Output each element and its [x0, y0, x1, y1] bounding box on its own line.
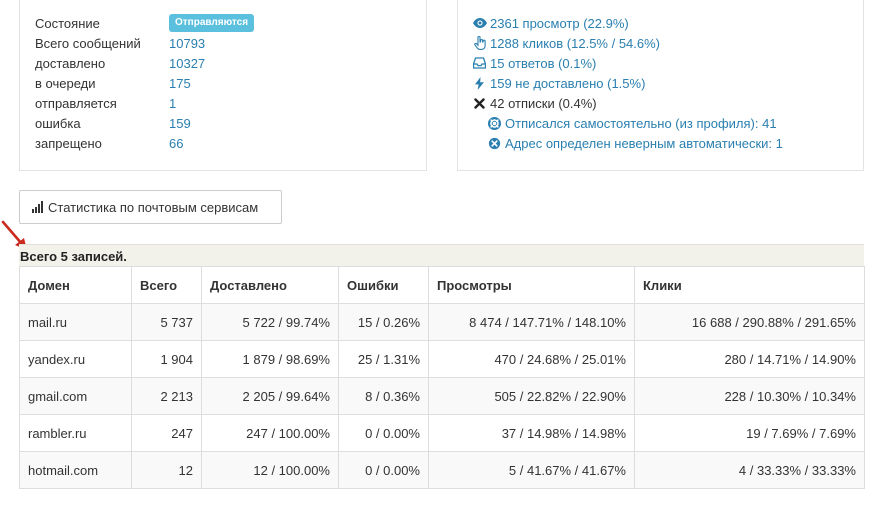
cell-delivered: 1 879 / 98.69% — [201, 340, 339, 378]
status-row-delivered: доставлено 10327 — [35, 53, 415, 73]
cell-views: 5 / 41.67% / 41.67% — [428, 451, 635, 489]
stat-value-sending[interactable]: 1 — [169, 96, 176, 111]
cell-total: 12 — [131, 451, 202, 489]
status-row-total: Всего сообщений 10793 — [35, 33, 415, 53]
engagement-panel: 2361 просмотр (22.9%) 1288 кликов (12.5%… — [457, 0, 864, 171]
records-summary: Всего 5 записей. — [19, 244, 864, 266]
stat-value-total[interactable]: 10793 — [169, 36, 205, 51]
circle-x-icon — [487, 137, 502, 150]
stat-label: Всего сообщений — [35, 35, 141, 51]
stat-label: Состояние — [35, 15, 100, 31]
table-row: rambler.ru 247 247 / 100.00% 0 / 0.00% 3… — [19, 414, 865, 452]
cell-domain: mail.ru — [19, 303, 132, 341]
replies-text: 15 ответов (0.1%) — [490, 55, 597, 71]
inbox-icon — [472, 57, 487, 69]
mail-services-stats-label: Статистика по почтовым сервисам — [48, 199, 259, 215]
eye-icon — [472, 18, 487, 28]
cell-views: 8 474 / 147.71% / 148.10% — [428, 303, 635, 341]
unsub-self-link[interactable]: Отписался самостоятельно (из профиля): 4… — [487, 113, 777, 133]
mail-services-stats-button[interactable]: Статистика по почтовым сервисам — [19, 190, 282, 224]
delivery-status-panel: Состояние Отправляются Всего сообщений 1… — [19, 0, 427, 171]
stat-label: в очереди — [35, 75, 96, 91]
unsub-auto-link[interactable]: Адрес определен неверным автоматически: … — [487, 133, 783, 153]
cell-total: 247 — [131, 414, 202, 452]
table-row: hotmail.com 12 12 / 100.00% 0 / 0.00% 5 … — [19, 451, 865, 489]
domain-stats-table: Домен Всего Доставлено Ошибки Просмотры … — [19, 266, 865, 489]
table-row: gmail.com 2 213 2 205 / 99.64% 8 / 0.36%… — [19, 377, 865, 415]
cell-errors: 0 / 0.00% — [338, 414, 429, 452]
unsub-auto-text: Адрес определен неверным автоматически: … — [505, 135, 783, 151]
column-header-domain[interactable]: Домен — [19, 266, 132, 304]
stat-label: ошибка — [35, 115, 81, 131]
stat-label: запрещено — [35, 135, 102, 151]
cell-domain: gmail.com — [19, 377, 132, 415]
cell-domain: hotmail.com — [19, 451, 132, 489]
status-row-queued: в очереди 175 — [35, 73, 415, 93]
cell-clicks: 228 / 10.30% / 10.34% — [634, 377, 865, 415]
undelivered-text: 159 не доставлено (1.5%) — [490, 75, 646, 91]
cell-total: 2 213 — [131, 377, 202, 415]
replies-link[interactable]: 15 ответов (0.1%) — [472, 53, 596, 73]
cell-total: 5 737 — [131, 303, 202, 341]
cell-delivered: 2 205 / 99.64% — [201, 377, 339, 415]
views-text: 2361 просмотр (22.9%) — [490, 15, 629, 31]
cell-domain: rambler.ru — [19, 414, 132, 452]
table-row: yandex.ru 1 904 1 879 / 98.69% 25 / 1.31… — [19, 340, 865, 378]
clicks-text: 1288 кликов (12.5% / 54.6%) — [490, 35, 661, 51]
lightning-icon — [472, 76, 487, 90]
column-header-total[interactable]: Всего — [131, 266, 202, 304]
unsub-self-text: Отписался самостоятельно (из профиля): 4… — [505, 115, 777, 131]
table-header-row: Домен Всего Доставлено Ошибки Просмотры … — [19, 266, 865, 304]
stat-label: доставлено — [35, 55, 106, 71]
unsubscribes-text: 42 отписки (0.4%) — [490, 95, 597, 111]
stat-value-delivered[interactable]: 10327 — [169, 56, 205, 71]
cell-clicks: 16 688 / 290.88% / 291.65% — [634, 303, 865, 341]
unsubscribes-row: 42 отписки (0.4%) — [472, 93, 597, 113]
stat-value-error[interactable]: 159 — [169, 116, 191, 131]
close-icon — [472, 97, 487, 109]
cell-errors: 0 / 0.00% — [338, 451, 429, 489]
column-header-clicks[interactable]: Клики — [634, 266, 865, 304]
cell-errors: 8 / 0.36% — [338, 377, 429, 415]
undelivered-link[interactable]: 159 не доставлено (1.5%) — [472, 73, 645, 93]
column-header-views[interactable]: Просмотры — [428, 266, 635, 304]
bar-chart-icon — [32, 201, 43, 213]
lifebuoy-icon — [487, 116, 502, 130]
cell-clicks: 19 / 7.69% / 7.69% — [634, 414, 865, 452]
cell-clicks: 4 / 33.33% / 33.33% — [634, 451, 865, 489]
cell-views: 37 / 14.98% / 14.98% — [428, 414, 635, 452]
status-row-state: Состояние Отправляются — [35, 13, 415, 33]
cell-errors: 15 / 0.26% — [338, 303, 429, 341]
cell-clicks: 280 / 14.71% / 14.90% — [634, 340, 865, 378]
cell-total: 1 904 — [131, 340, 202, 378]
status-row-forbidden: запрещено 66 — [35, 133, 415, 153]
stat-value-queued[interactable]: 175 — [169, 76, 191, 91]
cell-views: 470 / 24.68% / 25.01% — [428, 340, 635, 378]
cell-delivered: 247 / 100.00% — [201, 414, 339, 452]
cell-errors: 25 / 1.31% — [338, 340, 429, 378]
cell-delivered: 12 / 100.00% — [201, 451, 339, 489]
status-row-sending: отправляется 1 — [35, 93, 415, 113]
stat-label: отправляется — [35, 95, 117, 111]
status-badge: Отправляются — [169, 14, 255, 32]
clicks-link[interactable]: 1288 кликов (12.5% / 54.6%) — [472, 33, 660, 53]
column-header-errors[interactable]: Ошибки — [338, 266, 429, 304]
views-link[interactable]: 2361 просмотр (22.9%) — [472, 13, 629, 33]
table-row: mail.ru 5 737 5 722 / 99.74% 15 / 0.26% … — [19, 303, 865, 341]
cell-views: 505 / 22.82% / 22.90% — [428, 377, 635, 415]
stat-value-forbidden[interactable]: 66 — [169, 136, 183, 151]
hand-pointer-icon — [472, 36, 487, 50]
cell-delivered: 5 722 / 99.74% — [201, 303, 339, 341]
column-header-delivered[interactable]: Доставлено — [201, 266, 339, 304]
cell-domain: yandex.ru — [19, 340, 132, 378]
status-row-error: ошибка 159 — [35, 113, 415, 133]
